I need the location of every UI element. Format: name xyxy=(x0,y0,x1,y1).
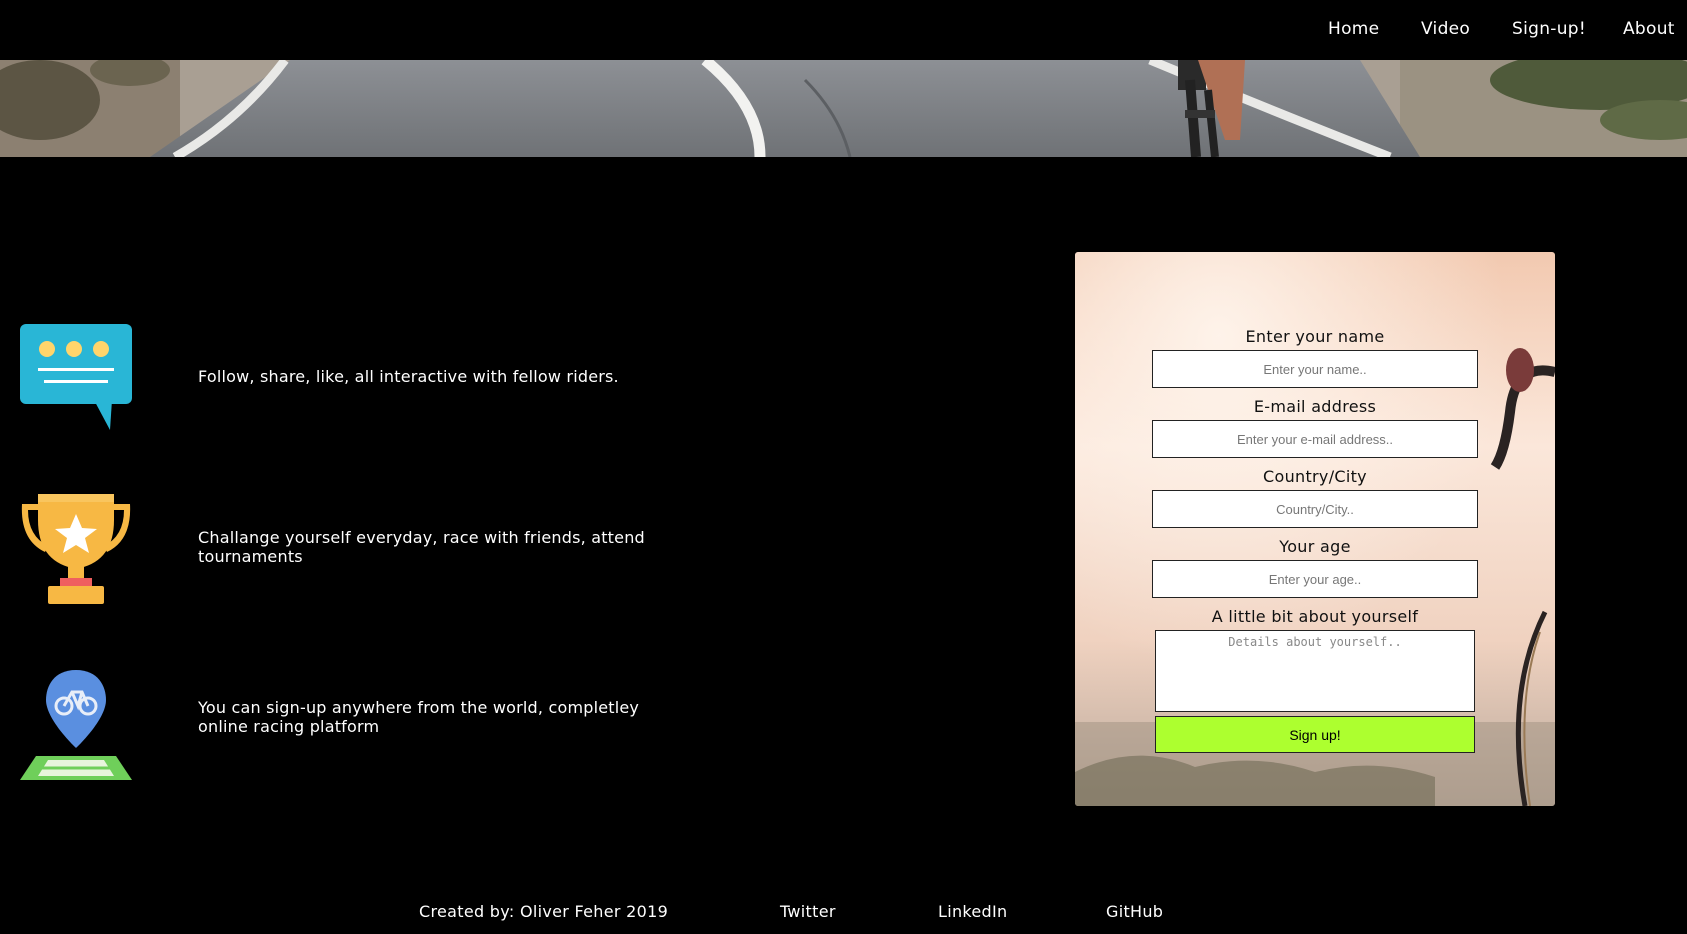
footer-github-link[interactable]: GitHub xyxy=(1106,902,1163,921)
footer-linkedin-link[interactable]: LinkedIn xyxy=(938,902,1007,921)
signup-form-card: Enter your name E-mail address Country/C… xyxy=(1075,252,1555,806)
about-label: A little bit about yourself xyxy=(1211,607,1419,626)
map-pin-bike-icon xyxy=(18,668,134,784)
name-input[interactable] xyxy=(1152,350,1478,388)
name-label: Enter your name xyxy=(1245,327,1385,346)
about-textarea[interactable] xyxy=(1155,630,1475,712)
email-input[interactable] xyxy=(1152,420,1478,458)
email-label: E-mail address xyxy=(1253,397,1377,416)
road-cyclist-banner-image xyxy=(0,60,1687,157)
top-navigation: Home Video Sign-up! About xyxy=(0,0,1687,60)
hero-banner xyxy=(0,60,1687,157)
footer-twitter-link[interactable]: Twitter xyxy=(780,902,836,921)
age-input[interactable] xyxy=(1152,560,1478,598)
trophy-icon xyxy=(18,490,134,606)
feature-interactive-text: Follow, share, like, all interactive wit… xyxy=(198,367,619,386)
signup-form: Enter your name E-mail address Country/C… xyxy=(1152,326,1478,753)
feature-challenge-text: Challange yourself everyday, race with f… xyxy=(198,528,645,566)
country-label: Country/City xyxy=(1263,467,1367,486)
footer-credit: Created by: Oliver Feher 2019 xyxy=(419,902,669,921)
chat-bubble-icon xyxy=(18,322,134,438)
feature-online-text: You can sign-up anywhere from the world,… xyxy=(198,698,640,736)
signup-submit-button[interactable]: Sign up! xyxy=(1155,716,1475,753)
country-city-input[interactable] xyxy=(1152,490,1478,528)
nav-signup-link[interactable]: Sign-up! xyxy=(1512,19,1586,39)
age-label: Your age xyxy=(1279,537,1351,556)
nav-about-link[interactable]: About xyxy=(1623,19,1675,39)
nav-video-link[interactable]: Video xyxy=(1421,19,1470,39)
nav-home-link[interactable]: Home xyxy=(1328,19,1379,39)
